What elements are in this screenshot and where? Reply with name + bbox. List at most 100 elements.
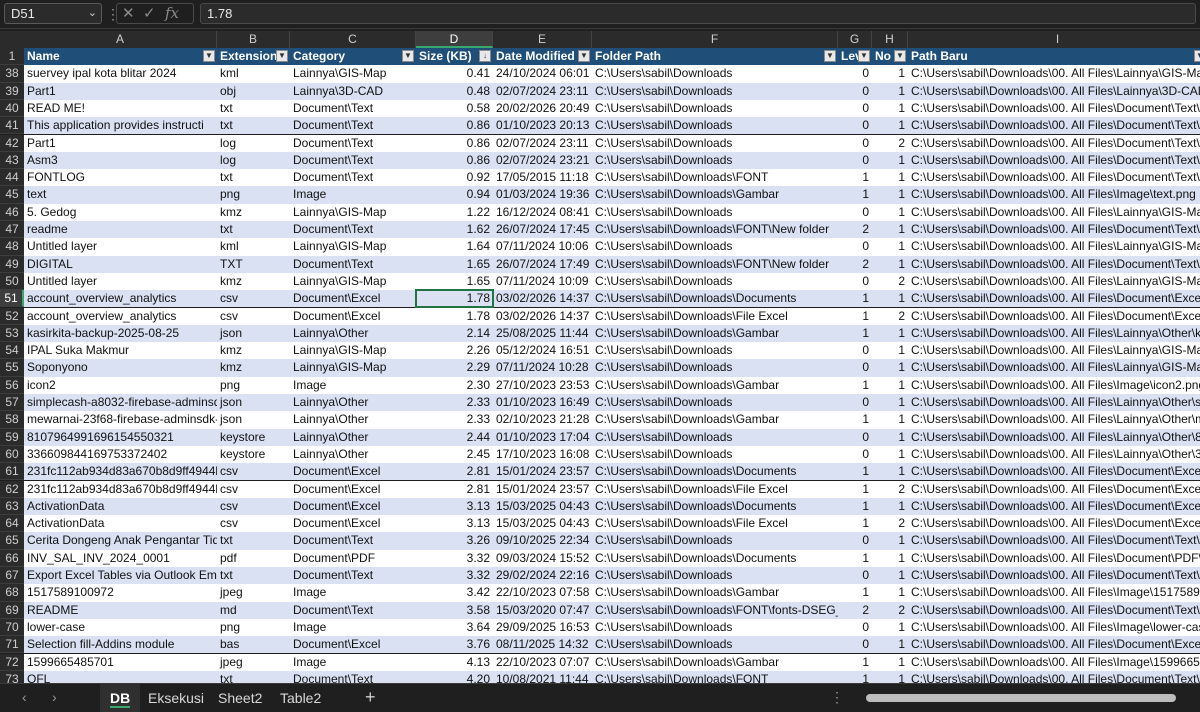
cell[interactable]: DIGITAL [24, 255, 217, 273]
cell[interactable]: C:\Users\sabil\Downloads\Gambar [592, 411, 838, 429]
cell[interactable]: Selection fill-Addins module [24, 636, 217, 654]
cell[interactable]: 01/03/2024 19:36 [493, 186, 592, 204]
cell[interactable]: 1 [872, 411, 908, 429]
column-title[interactable]: Path Baru ▼ [908, 48, 1200, 66]
cell[interactable]: 2.81 [416, 480, 493, 498]
cell[interactable]: FONTLOG [24, 169, 217, 187]
row-number[interactable]: 64 [0, 515, 24, 533]
cell[interactable]: 1 [872, 445, 908, 464]
cell[interactable]: C:\Users\sabil\Downloads\Documents [592, 549, 838, 567]
prev-sheet-icon[interactable]: ‹ [22, 689, 27, 705]
cell[interactable]: C:\Users\sabil\Downloads\00. All Files\D… [908, 221, 1200, 239]
cell[interactable]: 1 [872, 342, 908, 360]
cell[interactable]: C:\Users\sabil\Downloads [592, 394, 838, 412]
cell[interactable]: 0.86 [416, 151, 493, 170]
cell[interactable]: 3.13 [416, 515, 493, 533]
cell[interactable]: readme [24, 221, 217, 239]
row-number[interactable]: 46 [0, 203, 24, 221]
row-number[interactable]: 66 [0, 549, 24, 567]
cell[interactable]: 0.41 [416, 65, 493, 83]
cell[interactable]: 1 [838, 549, 872, 567]
cell[interactable]: Image [290, 584, 416, 602]
cell[interactable]: 2.26 [416, 342, 493, 360]
cell[interactable]: 3.42 [416, 584, 493, 602]
row-number[interactable]: 39 [0, 82, 24, 100]
cell[interactable]: Soponyono [24, 359, 217, 377]
horizontal-scrollbar[interactable] [850, 693, 1196, 703]
cell[interactable]: 0 [838, 134, 872, 152]
cell[interactable]: C:\Users\sabil\Downloads\00. All Files\D… [908, 151, 1200, 170]
column-title[interactable]: Name ▼ [24, 48, 217, 66]
cell[interactable]: C:\Users\sabil\Downloads [592, 532, 838, 550]
cell[interactable]: Image [290, 186, 416, 204]
cell[interactable]: 1 [872, 670, 908, 683]
cell[interactable]: 1 [872, 221, 908, 239]
cell[interactable]: 01/10/2023 17:04 [493, 428, 592, 446]
row-number[interactable]: 51 [0, 290, 24, 308]
scrollbar-thumb[interactable] [866, 694, 1176, 702]
row-number[interactable]: 71 [0, 636, 24, 654]
cell[interactable]: Lainnya\Other [290, 445, 416, 464]
cell[interactable]: Document\Excel [290, 480, 416, 498]
cell[interactable]: Image [290, 653, 416, 671]
cancel-icon[interactable]: ✕ [122, 4, 135, 23]
cell[interactable]: kml [217, 65, 290, 83]
cell[interactable]: C:\Users\sabil\Downloads [592, 272, 838, 291]
cell[interactable]: ActivationData [24, 497, 217, 516]
cell[interactable]: 2.14 [416, 324, 493, 343]
cell[interactable]: C:\Users\sabil\Downloads\00. All Files\I… [908, 584, 1200, 602]
cell[interactable]: 0 [838, 82, 872, 100]
row-number[interactable]: 38 [0, 65, 24, 83]
row-number[interactable]: 73 [0, 670, 24, 683]
cell[interactable]: 810796499169615455032​1 [24, 428, 217, 446]
cell[interactable]: C:\Users\sabil\Downloads [592, 342, 838, 360]
cell[interactable]: Document\Text [290, 221, 416, 239]
cell[interactable]: Document\Text [290, 532, 416, 550]
column-title[interactable]: Lev ▼ [838, 48, 872, 66]
cell[interactable]: 0 [838, 532, 872, 550]
cell[interactable]: Document\Text [290, 117, 416, 135]
cell[interactable]: 24/10/2024 06:01 [493, 65, 592, 83]
cell[interactable]: 1 [838, 670, 872, 683]
cell[interactable]: C:\Users\sabil\Downloads\00. All Files\L… [908, 82, 1200, 100]
cell[interactable]: keystore [217, 445, 290, 464]
cell[interactable]: C:\Users\sabil\Downloads\Gambar [592, 584, 838, 602]
cell[interactable]: Export Excel Tables via Outlook Emails [24, 567, 217, 585]
cell[interactable]: csv [217, 463, 290, 481]
row-number[interactable]: 50 [0, 272, 24, 291]
row-number[interactable]: 65 [0, 532, 24, 550]
cell[interactable]: 3.13 [416, 497, 493, 516]
cell[interactable]: 1 [872, 394, 908, 412]
cell[interactable]: 15/01/2024 23:57 [493, 480, 592, 498]
cell[interactable]: 10/08/2021 11:44 [493, 670, 592, 683]
cell[interactable]: 1.22 [416, 203, 493, 221]
cell[interactable]: Cerita Dongeng Anak Pengantar Tidur [24, 532, 217, 550]
cell[interactable]: account_overview_analytics [24, 307, 217, 325]
filter-dropdown-icon[interactable]: ▼ [824, 50, 836, 62]
name-box[interactable]: D51 ⌄ [4, 3, 102, 24]
cell[interactable]: 1.65 [416, 272, 493, 291]
cell[interactable]: 1 [838, 653, 872, 671]
column-header-g[interactable]: G [838, 31, 872, 48]
row-number[interactable]: 48 [0, 238, 24, 256]
cell[interactable]: md [217, 601, 290, 619]
cell[interactable]: 2 [838, 255, 872, 273]
row-number[interactable]: 41 [0, 117, 24, 135]
cell[interactable]: C:\Users\sabil\Downloads\00. All Files\I… [908, 376, 1200, 394]
cell[interactable]: C:\Users\sabil\Downloads\00. All Files\L… [908, 65, 1200, 83]
cell[interactable]: 0 [838, 99, 872, 118]
row-number[interactable]: 56 [0, 376, 24, 394]
cell[interactable]: C:\Users\sabil\Downloads [592, 428, 838, 446]
cell[interactable]: 1.65 [416, 255, 493, 273]
filter-dropdown-icon[interactable]: ▼ [858, 50, 870, 62]
cell[interactable]: 0.86 [416, 117, 493, 135]
cell[interactable]: ActivationData [24, 515, 217, 533]
cell[interactable]: C:\Users\sabil\Downloads [592, 65, 838, 83]
cell[interactable]: C:\Users\sabil\Downloads\00. All Files\D… [908, 99, 1200, 118]
cell[interactable]: C:\Users\sabil\Downloads\00. All Files\L… [908, 238, 1200, 256]
cell[interactable]: C:\Users\sabil\Downloads\Gambar [592, 186, 838, 204]
filter-dropdown-icon[interactable]: ▼ [1194, 50, 1200, 62]
cell[interactable]: C:\Users\sabil\Downloads [592, 203, 838, 221]
cell[interactable]: 17/05/2015 11:18 [493, 169, 592, 187]
cell[interactable]: 1 [872, 567, 908, 585]
